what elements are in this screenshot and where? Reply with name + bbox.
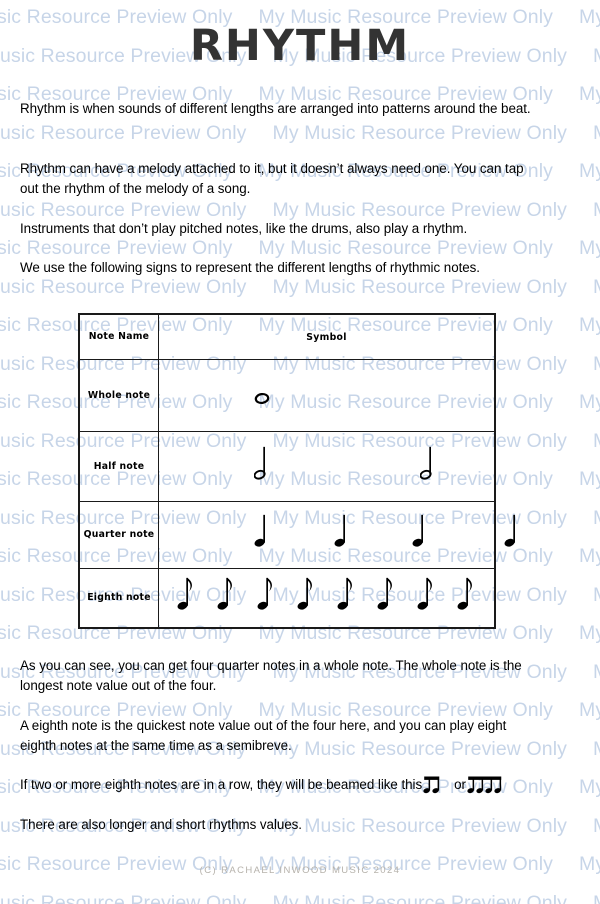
paragraph-unpitched-instruments: Instruments that don’t play pitched note… [20, 221, 468, 236]
page-title: RHYTHM [189, 21, 411, 71]
eighth-note-icon [177, 577, 193, 617]
note-values-table-body: Note Name Symbol Whole note Half note Qu… [78, 313, 515, 629]
symbol-cell-quarter-note [158, 501, 515, 569]
beamed-pair-icon [422, 776, 443, 796]
table-row-half-note: Half note [78, 431, 496, 502]
paragraph-longer-shorter: There are also longer and short rhythms … [20, 817, 302, 832]
symbol-row-whole-note [159, 360, 494, 431]
row-label-half-note: Half note [78, 431, 159, 502]
table-row-quarter-note: Quarter note [78, 501, 515, 569]
quarter-note-icon [334, 514, 348, 554]
note-values-table: Note Name Symbol Whole note Half note Qu… [78, 313, 515, 629]
row-label-quarter-note: Quarter note [78, 501, 159, 569]
symbol-row-half-note [159, 432, 494, 501]
paragraph-rhythm-definition: Rhythm is when sounds of different lengt… [20, 101, 531, 116]
eighth-note-icon [337, 577, 353, 617]
quarter-note-icon [504, 514, 518, 554]
eighth-note-icon [417, 577, 433, 617]
symbol-row-eighth-note [159, 569, 494, 627]
quarter-note-icon [412, 514, 426, 554]
eighth-note-icon [297, 577, 313, 617]
table-row-eighth-note: Eighth note [78, 568, 496, 629]
whole-note-icon [254, 384, 270, 409]
table-row-whole-note: Whole note [78, 359, 496, 432]
quarter-note-icon [254, 514, 268, 554]
table-header-row: Note Name Symbol [78, 313, 496, 360]
symbol-cell-eighth-note [158, 568, 496, 629]
row-label-whole-note: Whole note [78, 359, 159, 432]
symbol-cell-half-note [158, 431, 496, 502]
symbol-cell-whole-note [158, 359, 496, 432]
beaming-text-before: If two or more eighth notes are in a row… [20, 777, 423, 792]
content-layer: RHYTHM Rhythm is when sounds of differen… [0, 0, 600, 904]
beaming-text-middle [443, 777, 454, 792]
paragraph-signs-intro: We use the following signs to represent … [20, 260, 480, 275]
half-note-icon [253, 446, 268, 485]
eighth-note-icon [457, 577, 473, 617]
column-header-symbol: Symbol [158, 313, 496, 360]
paragraph-four-quarters: As you can see, you can get four quarter… [20, 658, 522, 693]
beamed-group-four-icon [466, 776, 505, 796]
column-header-note-name: Note Name [78, 313, 159, 360]
paragraph-eighth-quickest: A eighth note is the quickest note value… [20, 718, 507, 753]
eighth-note-icon [257, 577, 273, 617]
paragraph-beaming: If two or more eighth notes are in a row… [20, 775, 580, 796]
symbol-row-quarter-note [159, 502, 515, 568]
worksheet-page: My Music Resource Preview OnlyMy Music R… [0, 0, 600, 904]
paragraph-rhythm-melody: Rhythm can have a melody attached to it,… [20, 161, 524, 196]
half-note-icon [419, 446, 434, 485]
row-label-eighth-note: Eighth note [78, 568, 159, 629]
footer-copyright: (C) RACHAEL INWOOD MUSIC 2024 [199, 865, 401, 876]
eighth-note-icon [377, 577, 393, 617]
eighth-note-icon [217, 577, 233, 617]
beaming-text-or: or [454, 777, 466, 792]
